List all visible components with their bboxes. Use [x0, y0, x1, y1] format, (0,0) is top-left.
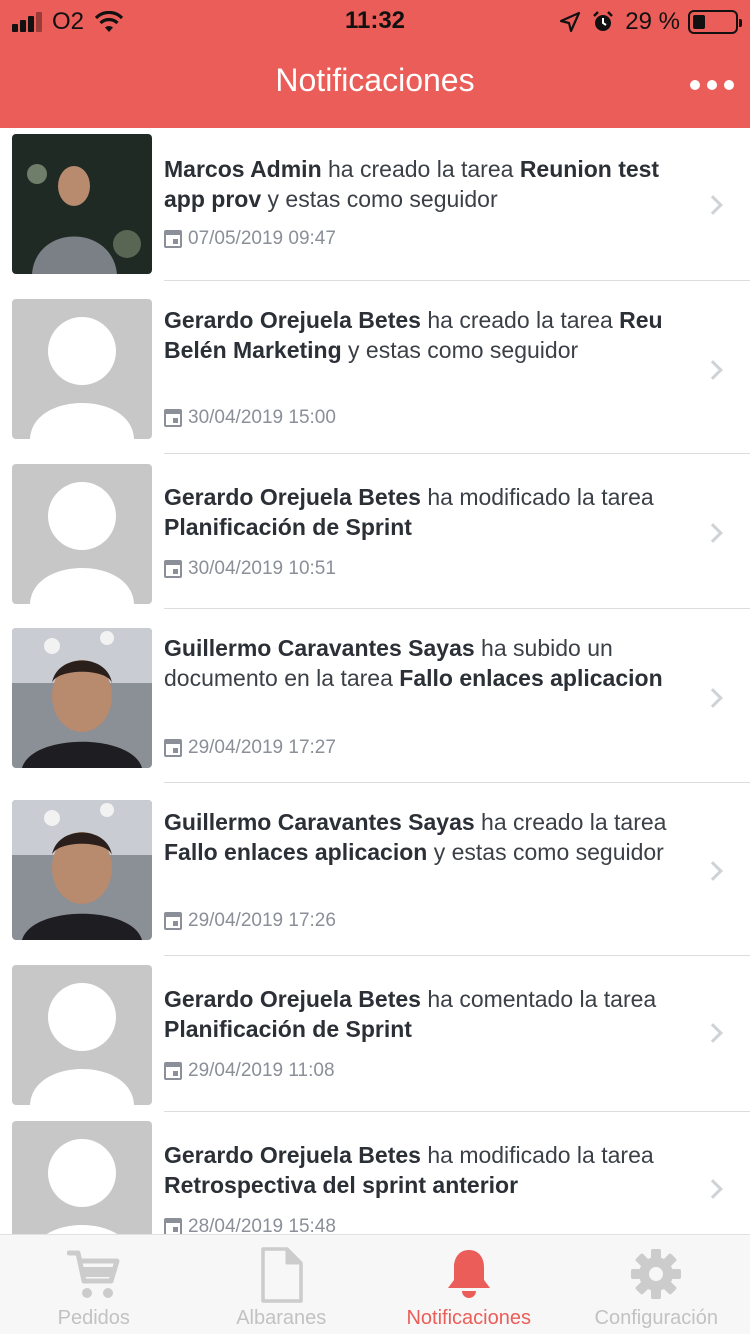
notification-date-text: 29/04/2019 17:27: [188, 737, 336, 758]
notification-actor: Marcos Admin: [164, 156, 322, 182]
app-header: O2 11:32 29 % Notificaciones: [0, 0, 750, 128]
location-arrow-icon: [560, 11, 581, 33]
chevron-right-icon: [703, 360, 723, 380]
calendar-icon: [164, 560, 182, 578]
notification-date-text: 30/04/2019 15:00: [188, 407, 336, 428]
avatar-photo: [12, 800, 152, 940]
tab-bar: Pedidos Albaranes Notificaciones Configu…: [0, 1234, 750, 1334]
notification-item[interactable]: Guillermo Caravantes Sayas ha creado la …: [0, 783, 750, 956]
notification-date: 30/04/2019 10:51: [164, 558, 336, 580]
tab-albaranes[interactable]: Albaranes: [188, 1235, 376, 1334]
notification-date: 29/04/2019 17:26: [164, 910, 336, 932]
notification-actor: Guillermo Caravantes Sayas: [164, 635, 475, 661]
notification-message: Guillermo Caravantes Sayas ha subido un …: [164, 633, 684, 693]
notification-date: 07/05/2019 09:47: [164, 228, 336, 250]
chevron-right-icon: [703, 1179, 723, 1199]
tab-label: Notificaciones: [406, 1307, 531, 1329]
cart-icon: [66, 1250, 120, 1298]
notification-item[interactable]: Gerardo Orejuela Betes ha modificado la …: [0, 454, 750, 609]
calendar-icon: [164, 912, 182, 930]
notification-task: Planificación de Sprint: [164, 514, 412, 540]
notification-actor: Gerardo Orejuela Betes: [164, 1142, 421, 1168]
notification-item[interactable]: Gerardo Orejuela Betes ha creado la tare…: [0, 281, 750, 454]
notification-action: ha creado la tarea: [420, 307, 620, 333]
calendar-icon: [164, 1218, 182, 1234]
avatar-placeholder: [12, 1121, 152, 1234]
notification-task: Fallo enlaces aplicacion: [164, 839, 428, 865]
notification-item[interactable]: Guillermo Caravantes Sayas ha subido un …: [0, 609, 750, 783]
tab-label: Pedidos: [57, 1307, 130, 1329]
notification-action: ha modificado la tarea: [420, 1142, 654, 1168]
notification-action: ha creado la tarea: [474, 809, 667, 835]
notification-date: 29/04/2019 11:08: [164, 1060, 335, 1082]
calendar-icon: [164, 739, 182, 757]
calendar-icon: [164, 1062, 182, 1080]
calendar-icon: [164, 409, 182, 427]
alarm-icon: [593, 11, 614, 31]
document-icon: [261, 1247, 303, 1303]
chevron-right-icon: [703, 195, 723, 215]
avatar-placeholder: [12, 464, 152, 604]
notification-message: Marcos Admin ha creado la tarea Reunion …: [164, 154, 684, 214]
avatar-placeholder: [12, 299, 152, 439]
avatar-photo: [12, 134, 152, 274]
notification-suffix: y estas como seguidor: [261, 186, 498, 212]
notification-message: Gerardo Orejuela Betes ha modificado la …: [164, 482, 684, 542]
avatar-photo: [12, 628, 152, 768]
notification-action: ha modificado la tarea: [420, 484, 654, 510]
notification-date-text: 29/04/2019 17:26: [188, 910, 336, 931]
battery-icon: [688, 10, 742, 34]
tab-configuracion[interactable]: Configuración: [563, 1235, 750, 1334]
notification-item[interactable]: Marcos Admin ha creado la tarea Reunion …: [0, 128, 750, 281]
notification-actor: Gerardo Orejuela Betes: [164, 484, 421, 510]
chevron-right-icon: [703, 861, 723, 881]
notification-message: Gerardo Orejuela Betes ha modificado la …: [164, 1140, 684, 1200]
notification-date-text: 30/04/2019 10:51: [188, 558, 336, 579]
notification-item[interactable]: Gerardo Orejuela Betes ha comentado la t…: [0, 956, 750, 1112]
status-bar: O2 11:32 29 %: [0, 0, 750, 40]
notification-task: Planificación de Sprint: [164, 1016, 412, 1042]
notification-action: ha creado la tarea: [321, 156, 520, 182]
notification-message: Gerardo Orejuela Betes ha creado la tare…: [164, 305, 684, 365]
notification-date: 28/04/2019 15:48: [164, 1216, 336, 1234]
tab-label: Configuración: [594, 1307, 718, 1329]
bell-icon: [447, 1250, 490, 1298]
page-title: Notificaciones: [275, 62, 475, 98]
chevron-right-icon: [703, 688, 723, 708]
notification-actor: Gerardo Orejuela Betes: [164, 307, 421, 333]
status-right: 29 %: [559, 8, 742, 36]
notification-date: 30/04/2019 15:00: [164, 407, 336, 429]
more-options-button[interactable]: [690, 68, 734, 102]
notification-list[interactable]: Marcos Admin ha creado la tarea Reunion …: [0, 128, 750, 1234]
battery-fill: [693, 15, 705, 29]
notification-date-text: 07/05/2019 09:47: [188, 228, 336, 249]
notification-actor: Gerardo Orejuela Betes: [164, 986, 421, 1012]
avatar-placeholder: [12, 965, 152, 1105]
gear-icon: [631, 1249, 682, 1299]
notification-date-text: 29/04/2019 11:08: [188, 1060, 335, 1081]
ellipsis-icon: [690, 80, 700, 90]
battery-percent: 29 %: [625, 8, 680, 35]
notification-actor: Guillermo Caravantes Sayas: [164, 809, 475, 835]
notification-date: 29/04/2019 17:27: [164, 737, 336, 759]
tab-notificaciones[interactable]: Notificaciones: [375, 1235, 563, 1334]
notification-item[interactable]: Gerardo Orejuela Betes ha modificado la …: [0, 1112, 750, 1234]
tab-label: Albaranes: [236, 1307, 327, 1329]
notification-message: Guillermo Caravantes Sayas ha creado la …: [164, 807, 684, 867]
notification-task: Retrospectiva del sprint anterior: [164, 1172, 519, 1198]
notification-message: Gerardo Orejuela Betes ha comentado la t…: [164, 984, 684, 1044]
calendar-icon: [164, 230, 182, 248]
chevron-right-icon: [703, 1023, 723, 1043]
notification-action: ha comentado la tarea: [420, 986, 657, 1012]
notification-task: Fallo enlaces aplicacion: [399, 665, 663, 691]
chevron-right-icon: [703, 523, 723, 543]
notification-suffix: y estas como seguidor: [427, 839, 664, 865]
tab-pedidos[interactable]: Pedidos: [0, 1235, 188, 1334]
notification-date-text: 28/04/2019 15:48: [188, 1216, 336, 1234]
notification-suffix: y estas como seguidor: [341, 337, 579, 363]
